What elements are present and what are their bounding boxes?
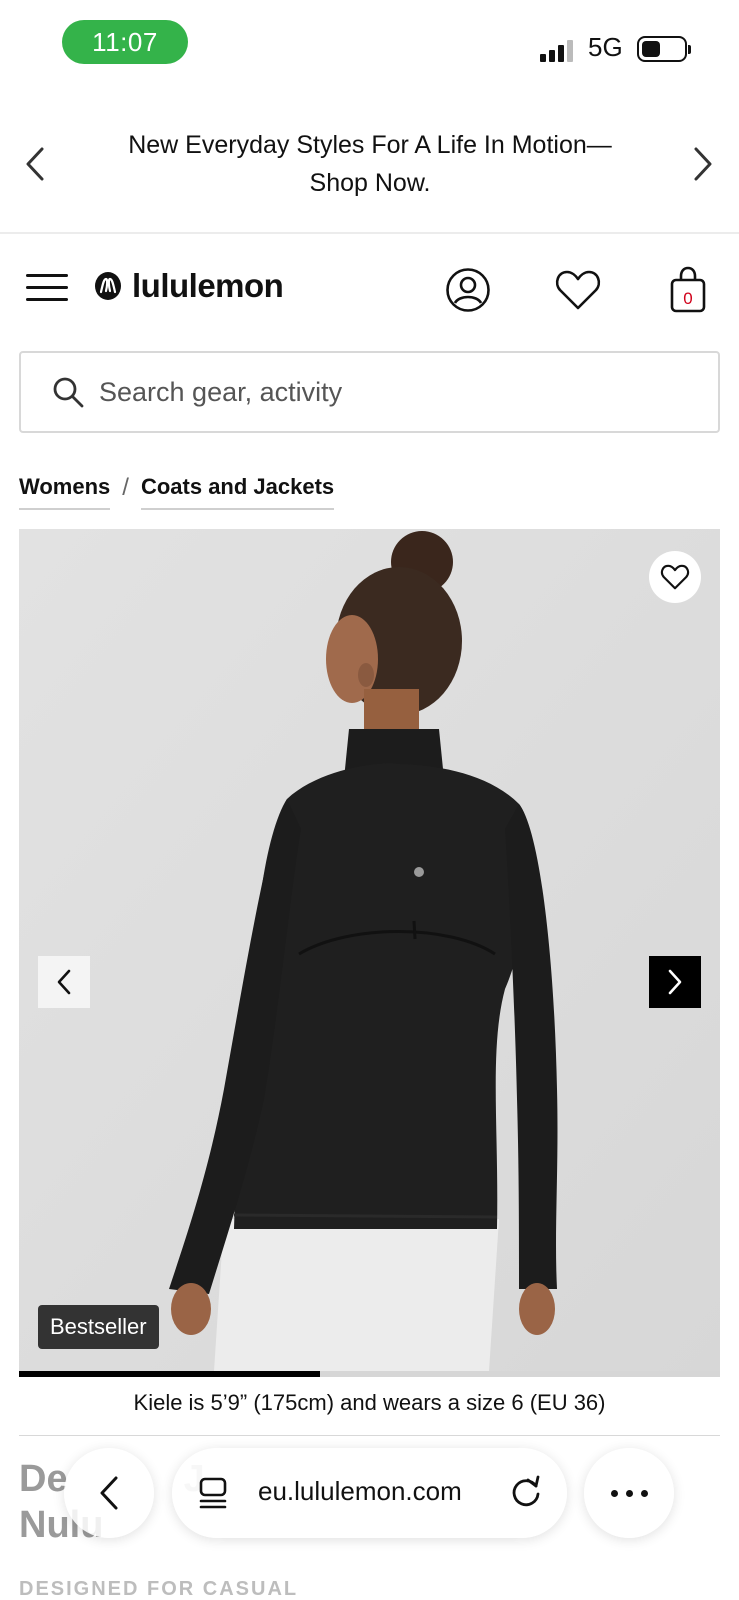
chevron-left-icon xyxy=(57,969,71,995)
carousel-progress-fill xyxy=(19,1371,321,1377)
breadcrumb-womens[interactable]: Womens xyxy=(19,474,111,510)
search-icon xyxy=(53,377,84,408)
heart-icon[interactable] xyxy=(554,266,602,314)
cellular-signal-icon xyxy=(540,38,578,62)
network-type: 5G xyxy=(588,32,623,62)
more-options-icon[interactable] xyxy=(584,1448,674,1538)
promo-banner: New Everyday Styles For A Life In Motion… xyxy=(0,100,739,234)
site-header: lululemon 0 xyxy=(0,236,739,336)
carousel-progress xyxy=(19,1371,720,1377)
divider xyxy=(19,1435,720,1436)
heart-outline-icon xyxy=(660,564,690,590)
status-time: 11:07 xyxy=(62,20,188,64)
breadcrumb-coats-and-jackets[interactable]: Coats and Jackets xyxy=(140,474,335,510)
bestseller-badge: Bestseller xyxy=(38,1305,159,1349)
product-subtitle: DESIGNED FOR CASUAL xyxy=(19,1578,299,1600)
breadcrumb-separator: / xyxy=(122,474,129,501)
search-bar[interactable] xyxy=(19,351,720,433)
shopping-bag-icon[interactable]: 0 xyxy=(664,266,712,314)
chevron-right-icon[interactable] xyxy=(688,144,718,184)
battery-icon xyxy=(637,36,691,62)
breadcrumb: Womens / Coats and Jackets xyxy=(19,474,335,518)
carousel-prev-button[interactable] xyxy=(38,956,90,1008)
browser-toolbar: eu.lululemon.com xyxy=(0,1440,739,1540)
brand-name: lululemon xyxy=(132,267,284,304)
status-bar: 11:07 5G xyxy=(0,0,739,90)
browser-back-button[interactable] xyxy=(64,1448,154,1538)
menu-icon[interactable] xyxy=(26,272,70,304)
search-input[interactable] xyxy=(99,371,689,413)
product-image-carousel[interactable]: Bestseller xyxy=(19,529,720,1371)
brand-logo[interactable]: lululemon xyxy=(94,266,284,306)
chevron-left-icon[interactable] xyxy=(20,144,50,184)
chevron-right-icon xyxy=(668,969,682,995)
product-photo xyxy=(19,529,720,1371)
browser-url[interactable]: eu.lululemon.com xyxy=(258,1476,462,1507)
account-icon[interactable] xyxy=(444,266,492,314)
tab-overview-icon[interactable] xyxy=(198,1476,228,1510)
cart-count: 0 xyxy=(683,289,692,308)
wishlist-button[interactable] xyxy=(649,551,701,603)
chevron-left-icon xyxy=(100,1476,118,1510)
reload-icon[interactable] xyxy=(508,1474,544,1510)
model-size-note: Kiele is 5’9” (175cm) and wears a size 6… xyxy=(133,1390,606,1415)
carousel-next-button[interactable] xyxy=(649,956,701,1008)
browser-address-bar[interactable]: eu.lululemon.com xyxy=(172,1448,567,1538)
promo-text[interactable]: New Everyday Styles For A Life In Motion… xyxy=(100,126,640,202)
lululemon-logo-icon xyxy=(95,272,121,300)
